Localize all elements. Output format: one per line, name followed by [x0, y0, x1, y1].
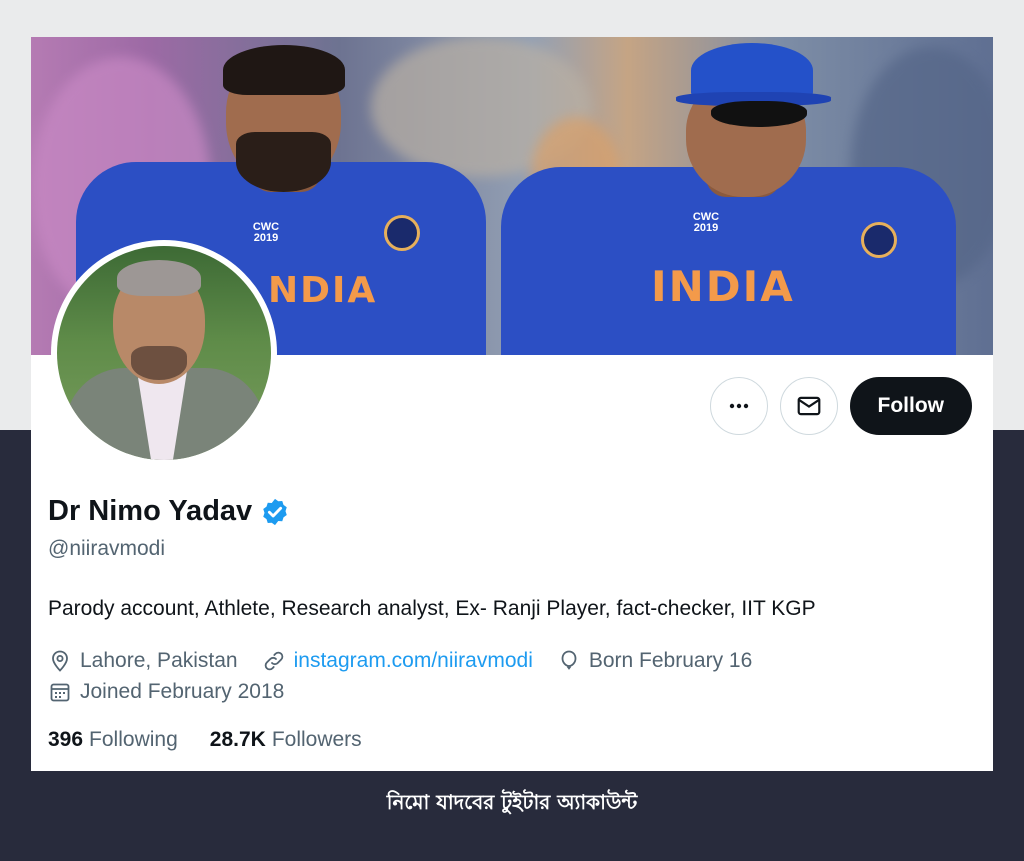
banner-player-right: CWC 2019 INDIA [501, 37, 961, 355]
profile-name: Dr Nimo Yadav [48, 495, 253, 527]
verified-badge-icon[interactable] [260, 497, 290, 527]
calendar-icon [50, 683, 70, 701]
followers-count: 28.7K [209, 728, 266, 751]
profile-joined: Joined February 2018 [48, 680, 284, 704]
birthday-text: Born February 16 [588, 648, 753, 672]
following-link[interactable]: 396 Following [48, 728, 178, 752]
profile-location: Lahore, Pakistan [48, 649, 238, 673]
website-link[interactable]: instagram.com/niiravmodi [294, 649, 533, 673]
profile-avatar[interactable] [51, 240, 277, 466]
following-label: Following [89, 728, 178, 751]
balloon-icon [561, 650, 577, 670]
follow-button[interactable]: Follow [849, 377, 972, 435]
profile-meta: Lahore, Pakistan instagram.com/niiravmod… [48, 645, 948, 707]
avatar-photo [57, 246, 271, 460]
profile-birthday: Born February 16 [557, 649, 752, 673]
profile-actions: Follow [709, 377, 972, 435]
profile-stats: 396 Following 28.7K Followers [48, 728, 362, 752]
joined-text: Joined February 2018 [80, 679, 285, 703]
profile-website[interactable]: instagram.com/niiravmodi [262, 649, 533, 673]
link-icon [264, 651, 283, 670]
profile-handle: @niiravmodi [48, 537, 166, 560]
image-caption: নিমো যাদবের টুইটার অ্যাকাউন্ট [386, 790, 638, 814]
followers-label: Followers [271, 728, 362, 751]
location-pin-icon [52, 650, 68, 672]
more-button[interactable] [709, 377, 768, 435]
location-text: Lahore, Pakistan [80, 648, 238, 672]
more-icon [729, 403, 748, 409]
banner-jersey-text: NDIA [268, 270, 378, 311]
message-button[interactable] [779, 377, 838, 435]
profile-bio: Parody account, Athlete, Research analys… [48, 597, 816, 620]
followers-link[interactable]: 28.7K Followers [210, 728, 362, 752]
mail-icon [797, 396, 820, 416]
profile-name-row: Dr Nimo Yadav [48, 495, 290, 528]
banner-jersey-text: INDIA [651, 262, 795, 311]
profile-card: CWC 2019 NDIA CWC 2019 INDIA Follow Dr N… [31, 37, 993, 771]
following-count: 396 [48, 728, 84, 751]
